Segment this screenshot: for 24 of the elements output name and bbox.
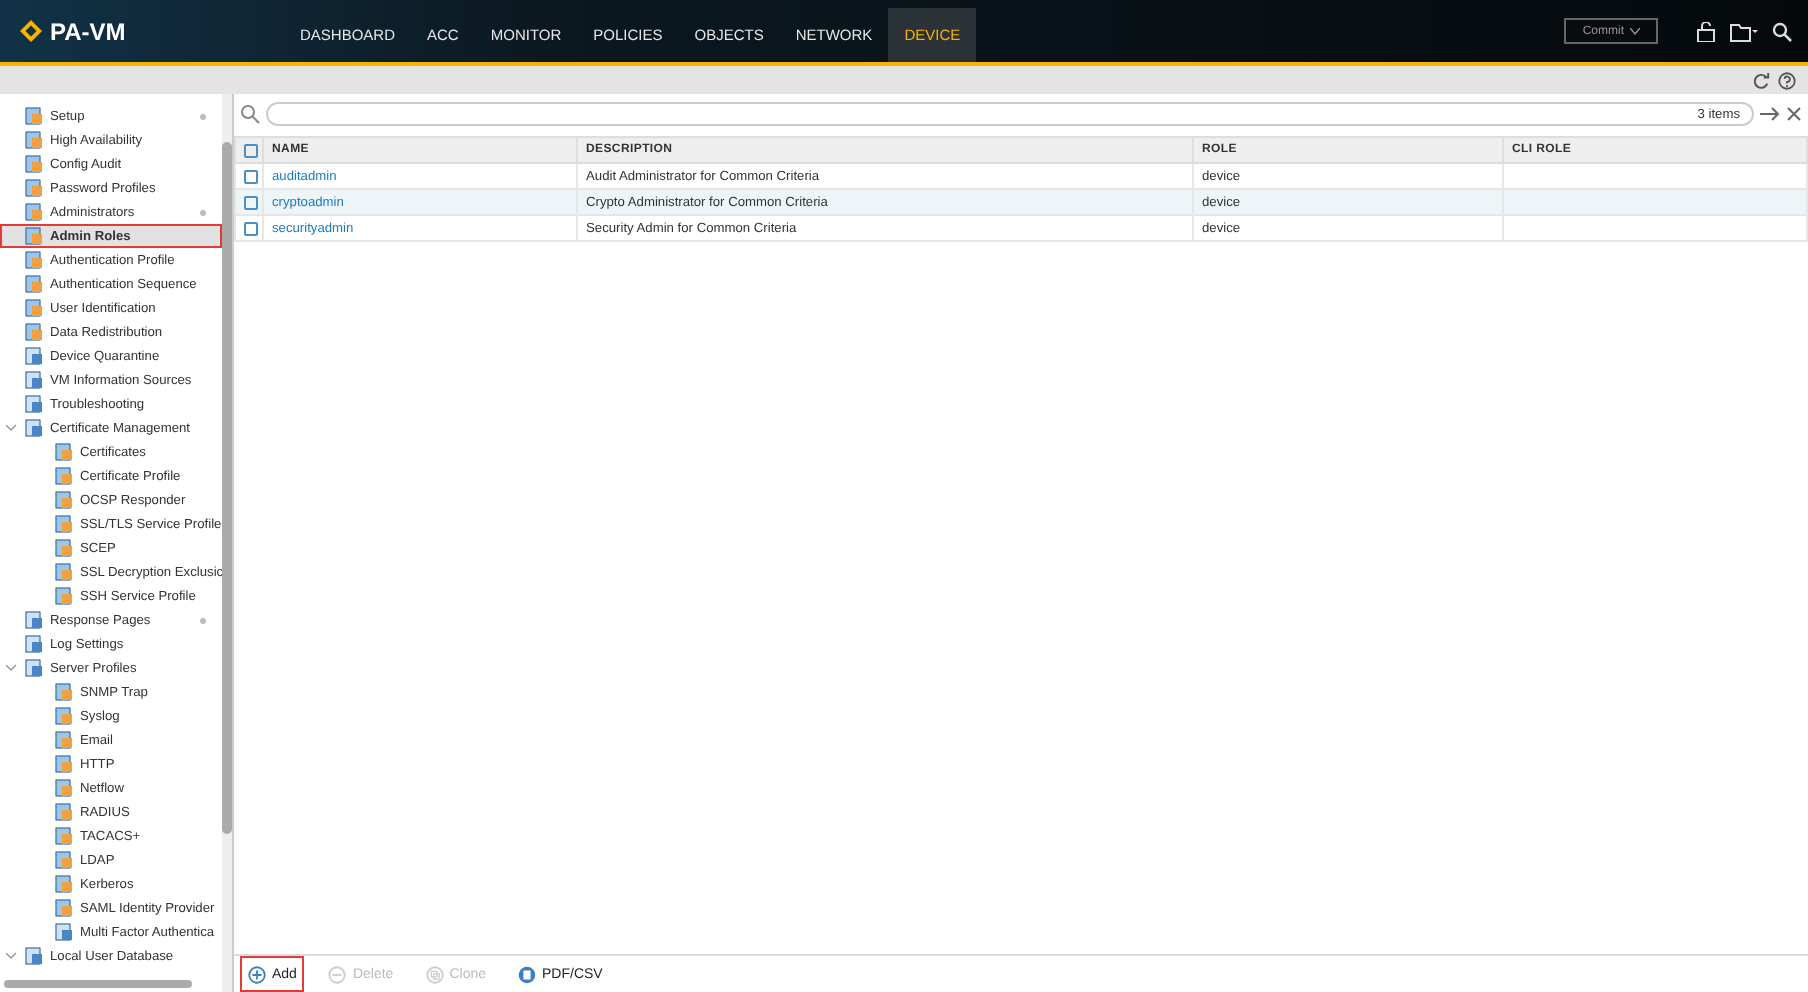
help-icon[interactable]	[1778, 71, 1796, 89]
scrollbar[interactable]	[222, 94, 232, 992]
folder-icon[interactable]	[1730, 21, 1758, 41]
logo-icon	[20, 20, 42, 42]
plus-icon	[248, 965, 266, 983]
arrow-right-icon[interactable]	[1760, 106, 1780, 122]
expand-caret-icon[interactable]	[6, 664, 16, 672]
expand-caret-icon[interactable]	[6, 424, 16, 432]
product-name: PA-VM	[50, 17, 126, 45]
row-checkbox[interactable]	[244, 221, 258, 235]
row-checkbox[interactable]	[244, 195, 258, 209]
search-icon[interactable]	[1772, 21, 1792, 41]
document-icon	[518, 965, 536, 983]
horizontal-scrollbar[interactable]	[4, 980, 192, 988]
search-icon	[240, 104, 260, 124]
row-checkbox[interactable]	[244, 169, 258, 183]
lock-icon[interactable]	[1696, 21, 1716, 41]
copy-icon	[425, 965, 444, 983]
expand-caret-icon[interactable]	[6, 952, 16, 960]
caret-icon	[1630, 27, 1640, 35]
refresh-icon[interactable]	[1752, 71, 1770, 89]
select-all-checkbox[interactable]	[244, 143, 258, 157]
minus-icon	[328, 965, 347, 983]
close-icon[interactable]	[1786, 106, 1802, 122]
